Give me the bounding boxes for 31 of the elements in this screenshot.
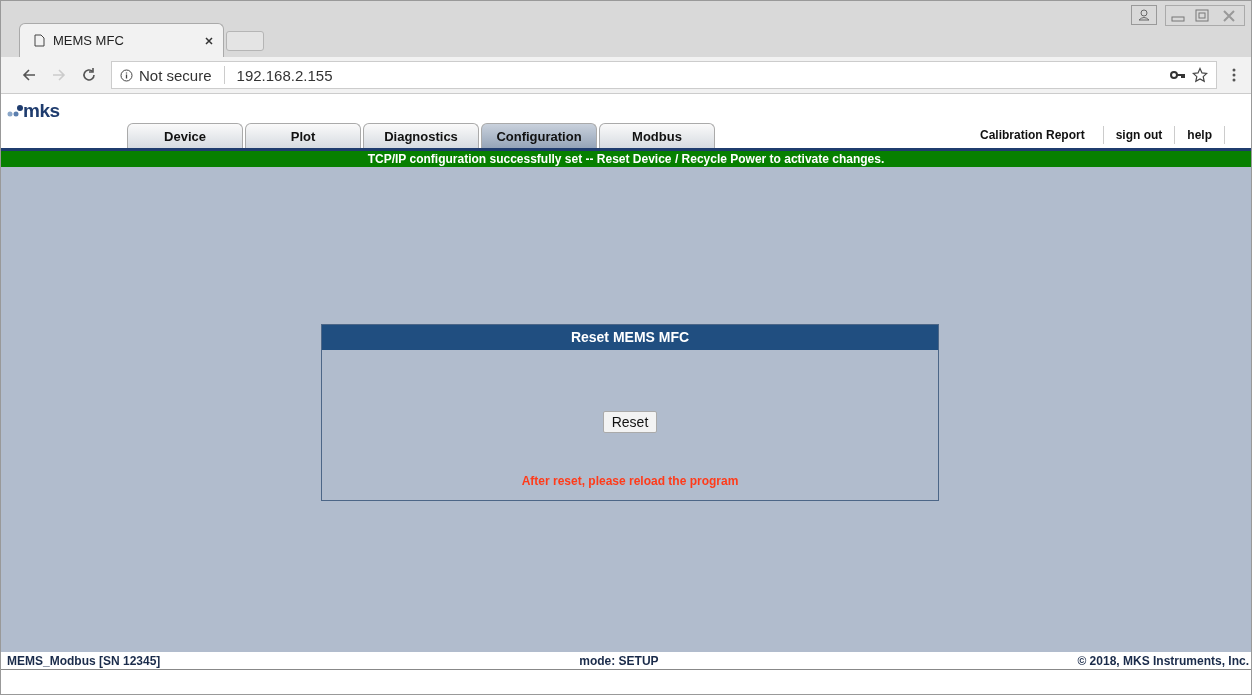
url-text: 192.168.2.155 bbox=[236, 66, 333, 84]
page-icon bbox=[34, 34, 45, 47]
nav-tab[interactable]: Plot bbox=[245, 123, 361, 148]
security-label: Not secure bbox=[139, 66, 212, 84]
star-icon[interactable] bbox=[1192, 67, 1208, 83]
back-icon[interactable] bbox=[21, 67, 37, 83]
menu-icon[interactable] bbox=[1231, 67, 1237, 83]
key-icon[interactable] bbox=[1170, 70, 1186, 80]
reset-button[interactable]: Reset bbox=[602, 411, 658, 433]
tab-title: MEMS MFC bbox=[53, 33, 125, 48]
panel-title: Reset MEMS MFC bbox=[322, 325, 938, 350]
success-banner: TCP/IP configuration successfully set -- Reset Device / Recycle Power to activate changes. bbox=[1, 151, 1251, 167]
browser-tab[interactable]: MEMS MFC bbox=[19, 23, 224, 57]
header-link[interactable]: help bbox=[1175, 126, 1225, 144]
info-icon[interactable] bbox=[120, 68, 133, 82]
device-label: MEMS_Modbus [SN 12345] bbox=[7, 653, 161, 668]
nav-tab[interactable]: Modbus bbox=[599, 123, 715, 148]
nav-tab[interactable]: Diagnostics bbox=[363, 123, 479, 148]
mode-label: mode: SETUP bbox=[579, 653, 659, 668]
copyright-text: © 2018, MKS Instruments, Inc. bbox=[1077, 653, 1249, 668]
close-icon[interactable] bbox=[205, 36, 213, 45]
reload-icon[interactable] bbox=[81, 67, 97, 83]
address-bar[interactable]: Not secure 192.168.2.155 bbox=[111, 61, 1217, 89]
logo-text: mks bbox=[23, 101, 60, 120]
header-link[interactable]: Calibration Report bbox=[968, 126, 1104, 144]
nav-tab[interactable]: Device bbox=[127, 123, 243, 148]
reload-note: After reset, please reload the program bbox=[521, 474, 739, 488]
header-link[interactable]: sign out bbox=[1103, 126, 1176, 144]
dots-icon bbox=[7, 104, 23, 118]
profile-icon[interactable] bbox=[1131, 5, 1157, 25]
nav-tab[interactable]: Configuration bbox=[481, 123, 597, 148]
